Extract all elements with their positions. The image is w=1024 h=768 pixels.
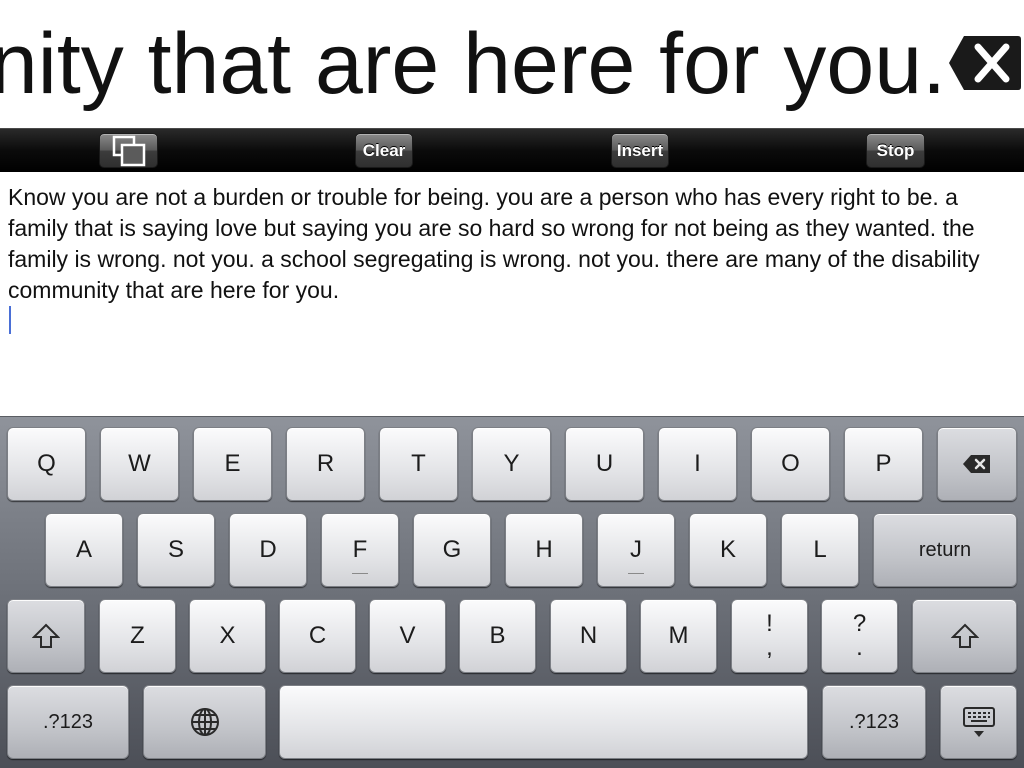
key-question-label: ? bbox=[852, 610, 867, 637]
editor-text[interactable]: Know you are not a burden or trouble for… bbox=[8, 182, 1008, 306]
insert-button[interactable]: Insert bbox=[611, 133, 669, 168]
home-key-marker bbox=[352, 573, 368, 574]
key-q[interactable]: Q bbox=[7, 427, 86, 501]
key-c[interactable]: C bbox=[279, 599, 356, 673]
text-editor[interactable]: Know you are not a burden or trouble for… bbox=[0, 172, 1024, 416]
key-question-period[interactable]: ? . bbox=[821, 599, 898, 673]
close-x-icon[interactable] bbox=[948, 34, 1022, 92]
shift-key-left[interactable] bbox=[7, 599, 85, 673]
hide-keyboard-key[interactable] bbox=[940, 685, 1017, 759]
key-k[interactable]: K bbox=[689, 513, 767, 587]
key-period-label: . bbox=[856, 634, 863, 661]
hide-keyboard-icon bbox=[962, 707, 995, 737]
text-caret bbox=[9, 306, 11, 334]
key-a[interactable]: A bbox=[45, 513, 123, 587]
key-m[interactable]: M bbox=[640, 599, 717, 673]
key-f-label: F bbox=[352, 536, 368, 563]
banner-text: unity that are here for you. bbox=[0, 16, 946, 112]
key-x[interactable]: X bbox=[189, 599, 266, 673]
copy-button[interactable] bbox=[99, 133, 158, 168]
key-h[interactable]: H bbox=[505, 513, 583, 587]
key-w[interactable]: W bbox=[100, 427, 179, 501]
key-p[interactable]: P bbox=[844, 427, 923, 501]
key-exclamation-label: ! bbox=[766, 610, 773, 637]
key-j[interactable]: J bbox=[597, 513, 675, 587]
numbers-key-right[interactable]: .?123 bbox=[822, 685, 926, 759]
globe-key[interactable] bbox=[143, 685, 266, 759]
speech-display-banner: unity that are here for you. bbox=[0, 0, 1024, 128]
backspace-key[interactable] bbox=[937, 427, 1017, 501]
home-key-marker bbox=[628, 573, 644, 574]
onscreen-keyboard: Q W E R T Y U I O P A S D F G H J K L re… bbox=[0, 416, 1024, 768]
key-o[interactable]: O bbox=[751, 427, 830, 501]
return-key[interactable]: return bbox=[873, 513, 1017, 587]
key-z[interactable]: Z bbox=[99, 599, 176, 673]
key-r[interactable]: R bbox=[286, 427, 365, 501]
key-d[interactable]: D bbox=[229, 513, 307, 587]
key-t[interactable]: T bbox=[379, 427, 458, 501]
space-bar[interactable] bbox=[279, 685, 808, 759]
key-u[interactable]: U bbox=[565, 427, 644, 501]
key-b[interactable]: B bbox=[459, 599, 536, 673]
key-e[interactable]: E bbox=[193, 427, 272, 501]
copy-icon bbox=[112, 135, 145, 166]
key-l[interactable]: L bbox=[781, 513, 859, 587]
clear-button[interactable]: Clear bbox=[355, 133, 413, 168]
key-s[interactable]: S bbox=[137, 513, 215, 587]
globe-icon bbox=[190, 708, 219, 736]
key-g[interactable]: G bbox=[413, 513, 491, 587]
key-v[interactable]: V bbox=[369, 599, 446, 673]
key-f[interactable]: F bbox=[321, 513, 399, 587]
key-y[interactable]: Y bbox=[472, 427, 551, 501]
backspace-icon bbox=[963, 455, 990, 473]
toolbar: Clear Insert Stop bbox=[0, 128, 1024, 172]
key-exclamation-comma[interactable]: ! , bbox=[731, 599, 808, 673]
shift-icon bbox=[950, 623, 979, 648]
shift-icon bbox=[32, 623, 60, 648]
key-j-label: J bbox=[630, 536, 642, 563]
key-n[interactable]: N bbox=[550, 599, 627, 673]
key-i[interactable]: I bbox=[658, 427, 737, 501]
stop-button[interactable]: Stop bbox=[866, 133, 925, 168]
numbers-key-left[interactable]: .?123 bbox=[7, 685, 129, 759]
key-comma-label: , bbox=[766, 634, 773, 661]
shift-key-right[interactable] bbox=[912, 599, 1017, 673]
